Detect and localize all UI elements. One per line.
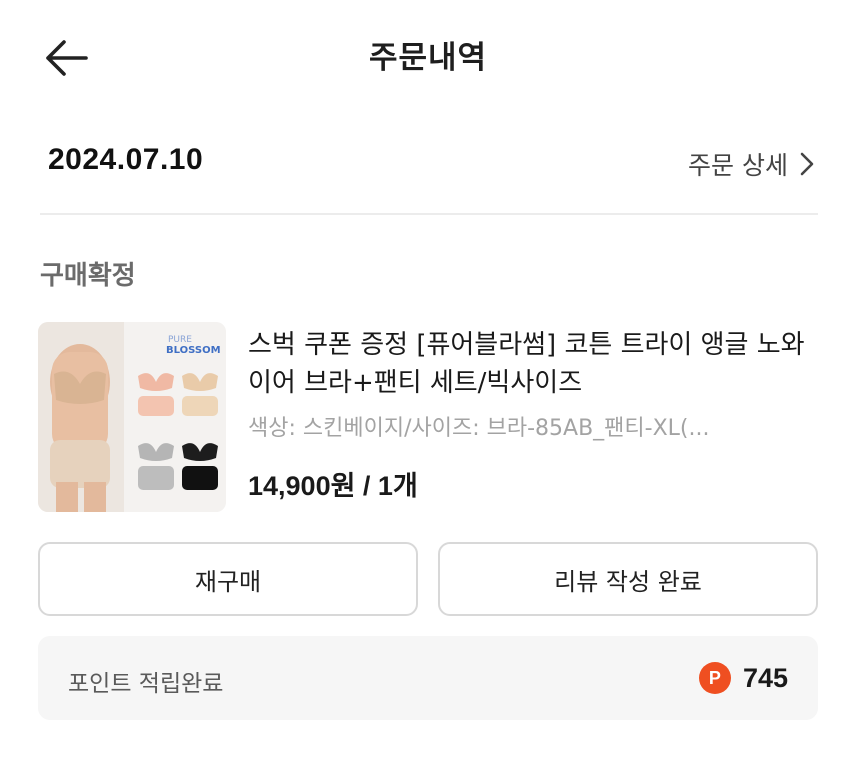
point-icon: P [698,662,731,694]
product-info: 스벅 쿠폰 증정 [퓨어블라썸] 코튼 트라이 앵글 노와이어 브라+팬티 세트… [248,326,820,503]
order-status: 구매확정 [40,261,136,291]
chevron-right-icon [800,152,814,176]
brand-logo: PURE [168,335,192,345]
product-price: 14,900원 / 1개 [248,471,418,501]
order-header: 2024.07.10 주문 상세 [40,128,818,198]
points-value: P 745 [698,662,788,694]
points-panel: 포인트 적립완료 P 745 [38,636,818,720]
order-date: 2024.07.10 [48,143,204,176]
product-image: PURE BLOSSOM [38,322,226,512]
rebuy-button[interactable]: 재구매 [38,542,418,616]
product-name[interactable]: 스벅 쿠폰 증정 [퓨어블라썸] 코튼 트라이 앵글 노와이어 브라+팬티 세트… [248,326,820,402]
product-item: PURE BLOSSOM 스벅 쿠폰 증정 [퓨어블라썸] 코튼 트라이 앵글 … [38,322,818,514]
product-thumbnail[interactable]: PURE BLOSSOM [38,322,226,512]
page-title: 주문내역 [368,40,488,76]
divider [40,213,818,215]
points-label: 포인트 적립완료 [68,671,224,697]
product-option: 색상: 스킨베이지/사이즈: 브라-85AB_팬티-XL(... [248,416,710,441]
header: 주문내역 [0,0,856,115]
review-complete-button[interactable]: 리뷰 작성 완료 [438,542,818,616]
order-detail-label: 주문 상세 [688,151,788,180]
brand-logo-name: BLOSSOM [166,345,221,356]
order-detail-link[interactable]: 주문 상세 [688,146,814,182]
points-amount: 745 [742,662,788,693]
